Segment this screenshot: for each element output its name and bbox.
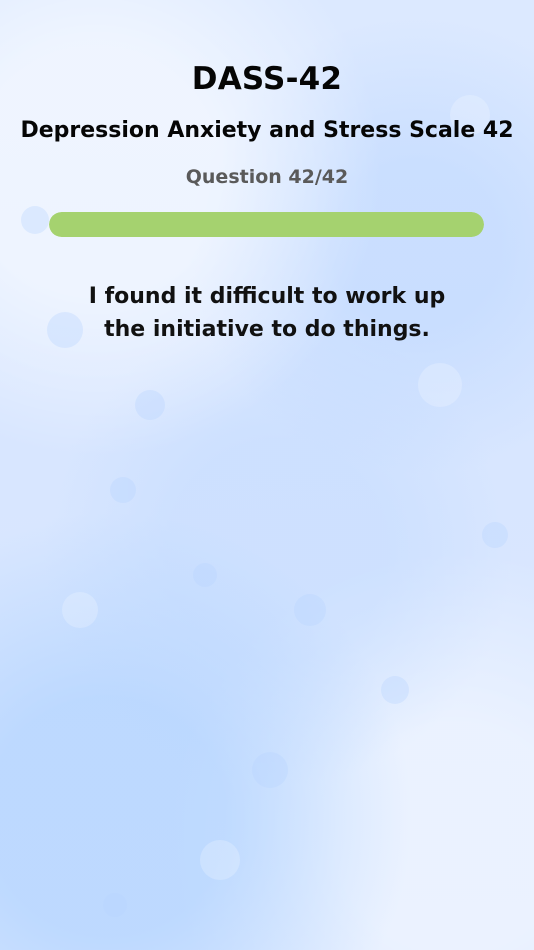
progress-fill (49, 212, 484, 237)
page-title: DASS-42 (191, 60, 343, 97)
progress-bar (49, 212, 484, 237)
question-counter: Question 42/42 (185, 166, 349, 188)
quiz-screen: DASS-42 Depression Anxiety and Stress Sc… (0, 0, 534, 950)
question-text: I found it difficult to work up the init… (88, 284, 446, 342)
page-subtitle: Depression Anxiety and Stress Scale 42 (20, 118, 514, 144)
